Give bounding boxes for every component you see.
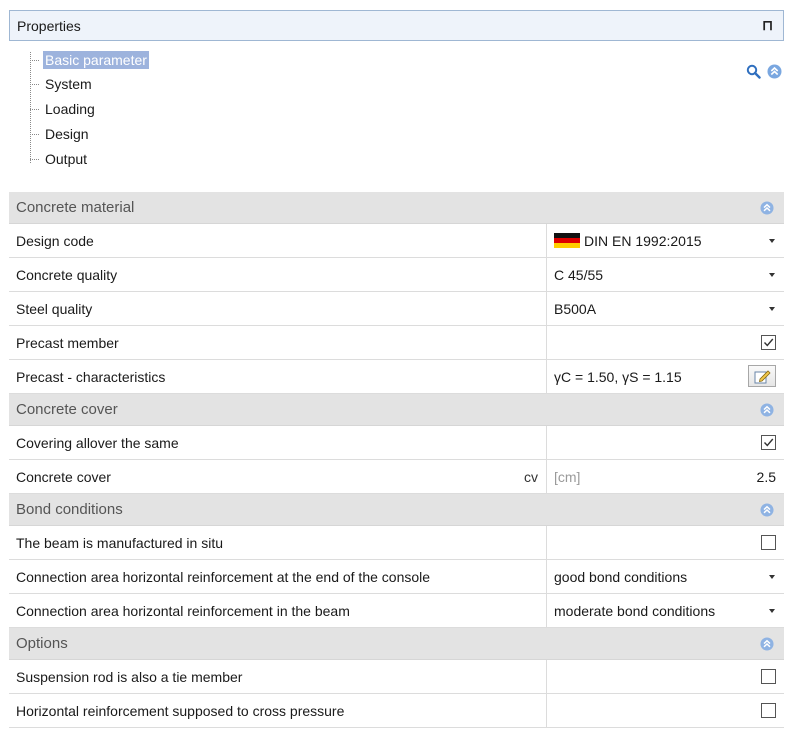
property-label: Concrete cover xyxy=(16,468,111,485)
collapse-icon[interactable] xyxy=(760,503,774,520)
property-label-container: Concrete cover cv xyxy=(9,460,547,493)
in-situ-checkbox[interactable] xyxy=(761,535,776,550)
chevron-down-icon[interactable] xyxy=(769,239,775,243)
dropdown-value: B500A xyxy=(554,300,597,317)
property-symbol: cv xyxy=(524,468,538,485)
collapse-icon[interactable] xyxy=(760,201,774,218)
chevron-down-icon[interactable] xyxy=(769,273,775,277)
tree-item-basic-parameter[interactable]: Basic parameter xyxy=(30,49,149,71)
property-grid: Concrete material Design code DIN EN 199… xyxy=(9,192,784,728)
dropdown-value: C 45/55 xyxy=(554,266,604,283)
tree-item-label: Basic parameter xyxy=(43,51,149,69)
property-label: Steel quality xyxy=(9,292,547,325)
section-title: Options xyxy=(16,635,68,652)
property-label: The beam is manufactured in situ xyxy=(9,526,547,559)
precast-characteristics-value: γC = 1.50, γS = 1.15 xyxy=(547,360,784,393)
row-steel-quality[interactable]: Steel quality B500A xyxy=(9,292,784,326)
property-label: Connection area horizontal reinforcement… xyxy=(9,560,547,593)
section-title: Bond conditions xyxy=(16,501,123,518)
horizontal-cross-pressure-checkbox[interactable] xyxy=(761,703,776,718)
dropdown-value: good bond conditions xyxy=(554,568,688,585)
section-title: Concrete material xyxy=(16,199,135,216)
suspension-rod-value xyxy=(547,660,784,693)
tree-item-label: Output xyxy=(45,151,88,167)
germany-flag-icon xyxy=(554,232,580,249)
property-label: Precast - characteristics xyxy=(9,360,547,393)
row-covering-allover[interactable]: Covering allover the same xyxy=(9,426,784,460)
tree-item-label: Loading xyxy=(45,101,95,117)
tree-toolbar xyxy=(746,64,782,82)
section-title: Concrete cover xyxy=(16,401,118,418)
collapse-icon[interactable] xyxy=(760,637,774,654)
connection-console-dropdown[interactable]: good bond conditions xyxy=(547,560,784,593)
connection-beam-dropdown[interactable]: moderate bond conditions xyxy=(547,594,784,627)
chevron-down-icon[interactable] xyxy=(769,307,775,311)
section-options[interactable]: Options xyxy=(9,628,784,660)
precast-characteristics-text: γC = 1.50, γS = 1.15 xyxy=(554,368,682,385)
row-in-situ[interactable]: The beam is manufactured in situ xyxy=(9,526,784,560)
section-bond-conditions[interactable]: Bond conditions xyxy=(9,494,784,526)
property-label: Suspension rod is also a tie member xyxy=(9,660,547,693)
property-label: Horizontal reinforcement supposed to cro… xyxy=(9,694,547,727)
panel-title: Properties xyxy=(17,17,81,34)
property-label: Precast member xyxy=(9,326,547,359)
section-concrete-material[interactable]: Concrete material xyxy=(9,192,784,224)
dropdown-value: moderate bond conditions xyxy=(554,602,716,619)
dropdown-value: DIN EN 1992:2015 xyxy=(584,232,702,249)
in-situ-value xyxy=(547,526,784,559)
horizontal-cross-pressure-value xyxy=(547,694,784,727)
section-concrete-cover[interactable]: Concrete cover xyxy=(9,394,784,426)
tree-item-output[interactable]: Output xyxy=(30,148,89,170)
row-precast-characteristics[interactable]: Precast - characteristics γC = 1.50, γS … xyxy=(9,360,784,394)
property-label: Design code xyxy=(9,224,547,257)
tree-item-design[interactable]: Design xyxy=(30,123,91,145)
properties-title-bar: Properties ⊓ xyxy=(9,10,784,41)
tree-item-label: System xyxy=(45,76,92,92)
chevron-down-icon[interactable] xyxy=(769,575,775,579)
edit-button[interactable] xyxy=(748,365,776,387)
tree-item-label: Design xyxy=(45,126,89,142)
property-label: Concrete quality xyxy=(9,258,547,291)
tree-item-system[interactable]: System xyxy=(30,73,94,95)
row-connection-console[interactable]: Connection area horizontal reinforcement… xyxy=(9,560,784,594)
edit-icon xyxy=(754,369,771,383)
property-label: Covering allover the same xyxy=(9,426,547,459)
row-precast-member[interactable]: Precast member xyxy=(9,326,784,360)
row-concrete-quality[interactable]: Concrete quality C 45/55 xyxy=(9,258,784,292)
search-icon[interactable] xyxy=(746,64,761,82)
concrete-cover-value: 2.5 xyxy=(756,468,776,485)
tree-item-loading[interactable]: Loading xyxy=(30,98,97,120)
row-suspension-rod[interactable]: Suspension rod is also a tie member xyxy=(9,660,784,694)
row-connection-beam[interactable]: Connection area horizontal reinforcement… xyxy=(9,594,784,628)
steel-quality-dropdown[interactable]: B500A xyxy=(547,292,784,325)
chevron-down-icon[interactable] xyxy=(769,609,775,613)
covering-allover-checkbox[interactable] xyxy=(761,435,776,450)
collapse-all-icon[interactable] xyxy=(767,64,782,82)
unit-label: [cm] xyxy=(554,468,581,485)
row-concrete-cover[interactable]: Concrete cover cv [cm] 2.5 xyxy=(9,460,784,494)
collapse-icon[interactable] xyxy=(760,403,774,420)
concrete-quality-dropdown[interactable]: C 45/55 xyxy=(547,258,784,291)
precast-member-value xyxy=(547,326,784,359)
concrete-cover-input[interactable]: [cm] 2.5 xyxy=(547,460,784,493)
design-code-dropdown[interactable]: DIN EN 1992:2015 xyxy=(547,224,784,257)
property-label: Connection area horizontal reinforcement… xyxy=(9,594,547,627)
precast-member-checkbox[interactable] xyxy=(761,335,776,350)
suspension-rod-checkbox[interactable] xyxy=(761,669,776,684)
pin-icon[interactable]: ⊓ xyxy=(762,17,773,34)
row-horizontal-cross-pressure[interactable]: Horizontal reinforcement supposed to cro… xyxy=(9,694,784,728)
covering-allover-value xyxy=(547,426,784,459)
row-design-code[interactable]: Design code DIN EN 1992:2015 xyxy=(9,224,784,258)
